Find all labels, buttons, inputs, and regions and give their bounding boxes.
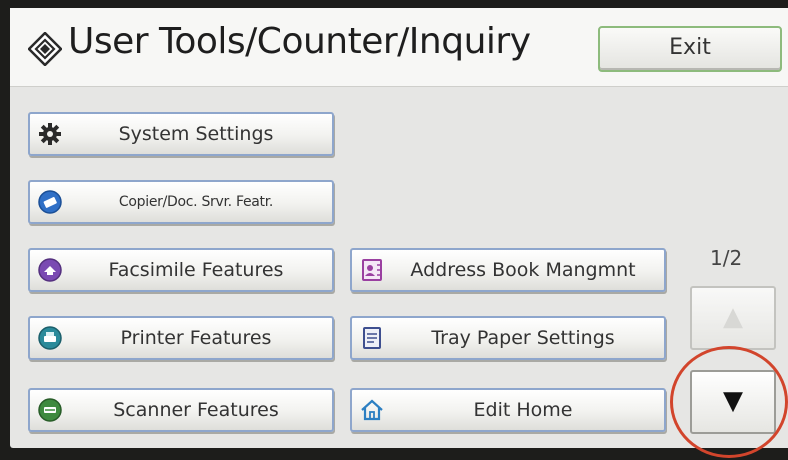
edit-home-label: Edit Home <box>473 399 573 421</box>
printer-features-button[interactable]: Printer Features <box>28 316 334 360</box>
tray-paper-settings-label: Tray Paper Settings <box>431 327 615 349</box>
scanner-features-label: Scanner Features <box>113 399 279 421</box>
tray-paper-settings-button[interactable]: Tray Paper Settings <box>350 316 666 360</box>
printer-icon <box>38 326 62 350</box>
page-title: User Tools/Counter/Inquiry <box>68 21 531 62</box>
page-down-button[interactable]: ▼ <box>690 370 776 434</box>
copier-icon <box>38 190 62 214</box>
user-tools-diamond-icon <box>28 32 62 66</box>
scanner-features-button[interactable]: Scanner Features <box>28 388 334 432</box>
address-book-management-label: Address Book Mangmnt <box>410 259 636 281</box>
arrow-down-icon: ▼ <box>723 386 743 416</box>
address-book-management-button[interactable]: Address Book Mangmnt <box>350 248 666 292</box>
copier-doc-server-features-button[interactable]: Copier/Doc. Srvr. Featr. <box>28 180 334 224</box>
user-tools-screen: User Tools/Counter/Inquiry Exit System S… <box>10 8 788 448</box>
facsimile-features-button[interactable]: Facsimile Features <box>28 248 334 292</box>
scanner-icon <box>38 398 62 422</box>
page-up-button[interactable]: ▲ <box>690 286 776 350</box>
exit-button[interactable]: Exit <box>598 26 782 72</box>
copier-doc-server-features-label: Copier/Doc. Srvr. Featr. <box>118 194 274 210</box>
page-indicator: 1/2 <box>710 246 743 270</box>
home-icon <box>361 399 383 421</box>
printer-features-label: Printer Features <box>120 327 272 349</box>
fax-icon <box>38 258 62 282</box>
facsimile-features-label: Facsimile Features <box>108 259 284 281</box>
gear-icon <box>39 123 61 145</box>
system-settings-label: System Settings <box>118 123 274 145</box>
system-settings-button[interactable]: System Settings <box>28 112 334 156</box>
title-bar: User Tools/Counter/Inquiry Exit <box>10 8 788 87</box>
edit-home-button[interactable]: Edit Home <box>350 388 666 432</box>
tray-paper-icon <box>363 327 381 349</box>
arrow-up-icon: ▲ <box>723 302 743 332</box>
address-book-icon <box>362 259 382 281</box>
